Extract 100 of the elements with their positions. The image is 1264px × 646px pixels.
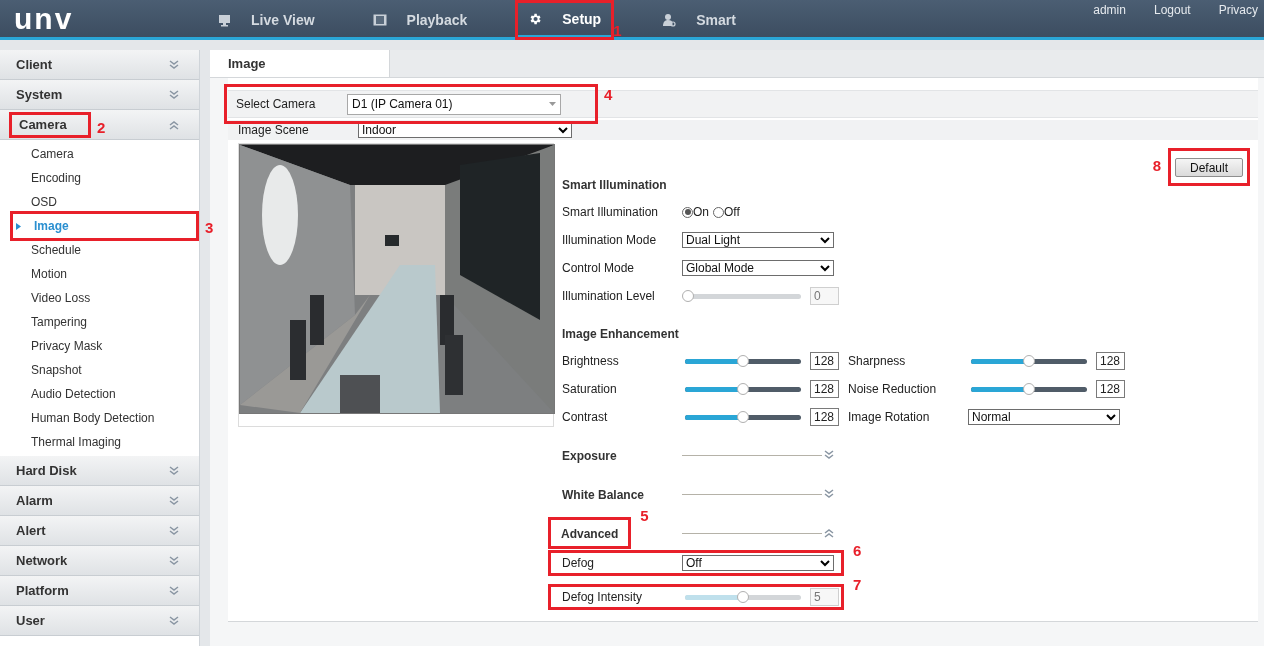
annotation-number: 4 [604,87,613,102]
chevron-down-icon [169,495,179,506]
section-title: Advanced [561,527,619,541]
field-label: Control Mode [562,260,636,277]
menu-item[interactable]: Audio Detection [0,382,199,406]
dropdown-field[interactable]: Normal [968,409,1120,425]
caret-icon [820,236,830,244]
field-label: Smart Illumination [562,204,660,221]
field-label: Saturation [562,381,618,398]
chevron-down-icon [169,525,179,536]
field-label: Select Camera [235,96,317,113]
dropdown-field[interactable]: Global Mode [682,260,834,276]
menu-item[interactable]: Video Loss [0,286,199,310]
annotation-number: 1 [613,23,622,38]
caret-icon [1106,413,1116,421]
menu-item[interactable]: Snapshot [0,358,199,382]
menu-group-label: Platform [15,581,69,600]
field-label: Illumination Mode [562,232,658,249]
menu-group[interactable]: Hard Disk [0,456,199,486]
section-toggle[interactable] [824,450,834,460]
field-label: Sharpness [848,353,907,370]
annotation-number: 8 [1152,158,1161,173]
field-label: Defog [562,555,596,572]
slider-thumb[interactable] [737,383,749,395]
monitor-icon [218,13,231,27]
menu-group[interactable]: Platform [0,576,199,606]
menu-item[interactable]: OSD [0,190,199,214]
value-field[interactable]: 128 [1096,380,1125,398]
nav-tab[interactable]: Setup [518,3,612,37]
menu-item[interactable]: Thermal Imaging [0,430,199,454]
menu-group-label: Hard Disk [15,461,77,480]
menu-item[interactable]: Encoding [0,166,199,190]
menu-group[interactable]: Alarm [0,486,199,516]
menu-item[interactable]: Image [3,214,85,238]
menu-group[interactable]: Client [0,50,199,80]
annotation-number: 2 [97,119,106,135]
menu-group-label: Client [15,55,53,74]
slider-thumb[interactable] [1023,355,1035,367]
slider-thumb[interactable] [1023,383,1035,395]
section-title: Exposure [562,449,617,463]
menu-group-label: Alarm [15,491,53,510]
section-toggle[interactable] [824,489,834,499]
radio-button[interactable] [713,206,724,218]
field-label: Image Scene [237,122,310,139]
section-title: White Balance [562,488,645,502]
logo: unv [14,2,74,35]
section-toggle[interactable] [824,528,834,538]
header-link[interactable]: Privacy [1218,1,1258,19]
triangle-icon [16,222,21,230]
menu-group[interactable]: Camera 2 [0,110,199,140]
menu-group[interactable]: Alert [0,516,199,546]
menu-group-label: User [15,611,45,630]
radio-button[interactable] [682,206,693,218]
caret-icon [558,126,568,134]
default-button[interactable]: Default [1175,158,1243,177]
dropdown-field[interactable]: Off [682,555,834,571]
chevron-down-icon [169,89,179,100]
menu-group-label: Alert [15,521,46,540]
section-title: Image Enhancement [562,326,679,343]
menu-group[interactable]: User [0,606,199,636]
film-icon [372,14,387,26]
field-label: Brightness [562,353,620,370]
page-tab[interactable]: Image [210,50,390,77]
menu-item[interactable]: Motion [0,262,199,286]
dropdown-field[interactable]: Dual Light [682,232,834,248]
header-link[interactable]: Logout [1153,1,1191,19]
value-field[interactable]: 128 [1096,352,1125,370]
menu-group[interactable]: System [0,80,199,110]
gear-icon [528,12,543,26]
chevron-down-icon [169,59,179,70]
caret-icon [820,264,830,272]
menu-item[interactable]: Tampering [0,310,199,334]
slider-thumb[interactable] [737,355,749,367]
chevron-down-icon [824,450,834,460]
camera-dropdown[interactable]: D1 (IP Camera 01) [347,93,561,115]
value-field[interactable]: 128 [810,380,839,398]
field-label: Image Rotation [848,409,931,426]
slider-thumb[interactable] [737,411,749,423]
menu-group-label: System [15,85,63,104]
menu-item[interactable]: Human Body Detection [0,406,199,430]
nav-tab[interactable]: Playback [362,3,478,37]
nav-tab[interactable]: Smart [652,3,746,37]
chevron-down-icon [169,585,179,596]
value-field[interactable]: 128 [810,352,839,370]
field-label: Illumination Level [562,288,656,305]
annotation-number: 5 [640,508,649,523]
menu-item[interactable]: Privacy Mask [0,334,199,358]
menu-group[interactable]: Network [0,546,199,576]
menu-item[interactable]: Camera [0,142,199,166]
menu-item[interactable]: Schedule [0,238,199,262]
radio-label: On [693,204,709,221]
chevron-down-icon [169,555,179,566]
chevron-up-icon [169,119,179,130]
header-link[interactable]: admin [1093,1,1126,19]
radio-label: Off [724,204,740,221]
menu-group-label: Camera [18,115,67,134]
nav-tab[interactable]: Live View [208,3,325,37]
value-field[interactable]: 128 [810,408,839,426]
section-title: Smart Illumination [562,177,667,194]
annotation-number: 7 [853,577,862,592]
